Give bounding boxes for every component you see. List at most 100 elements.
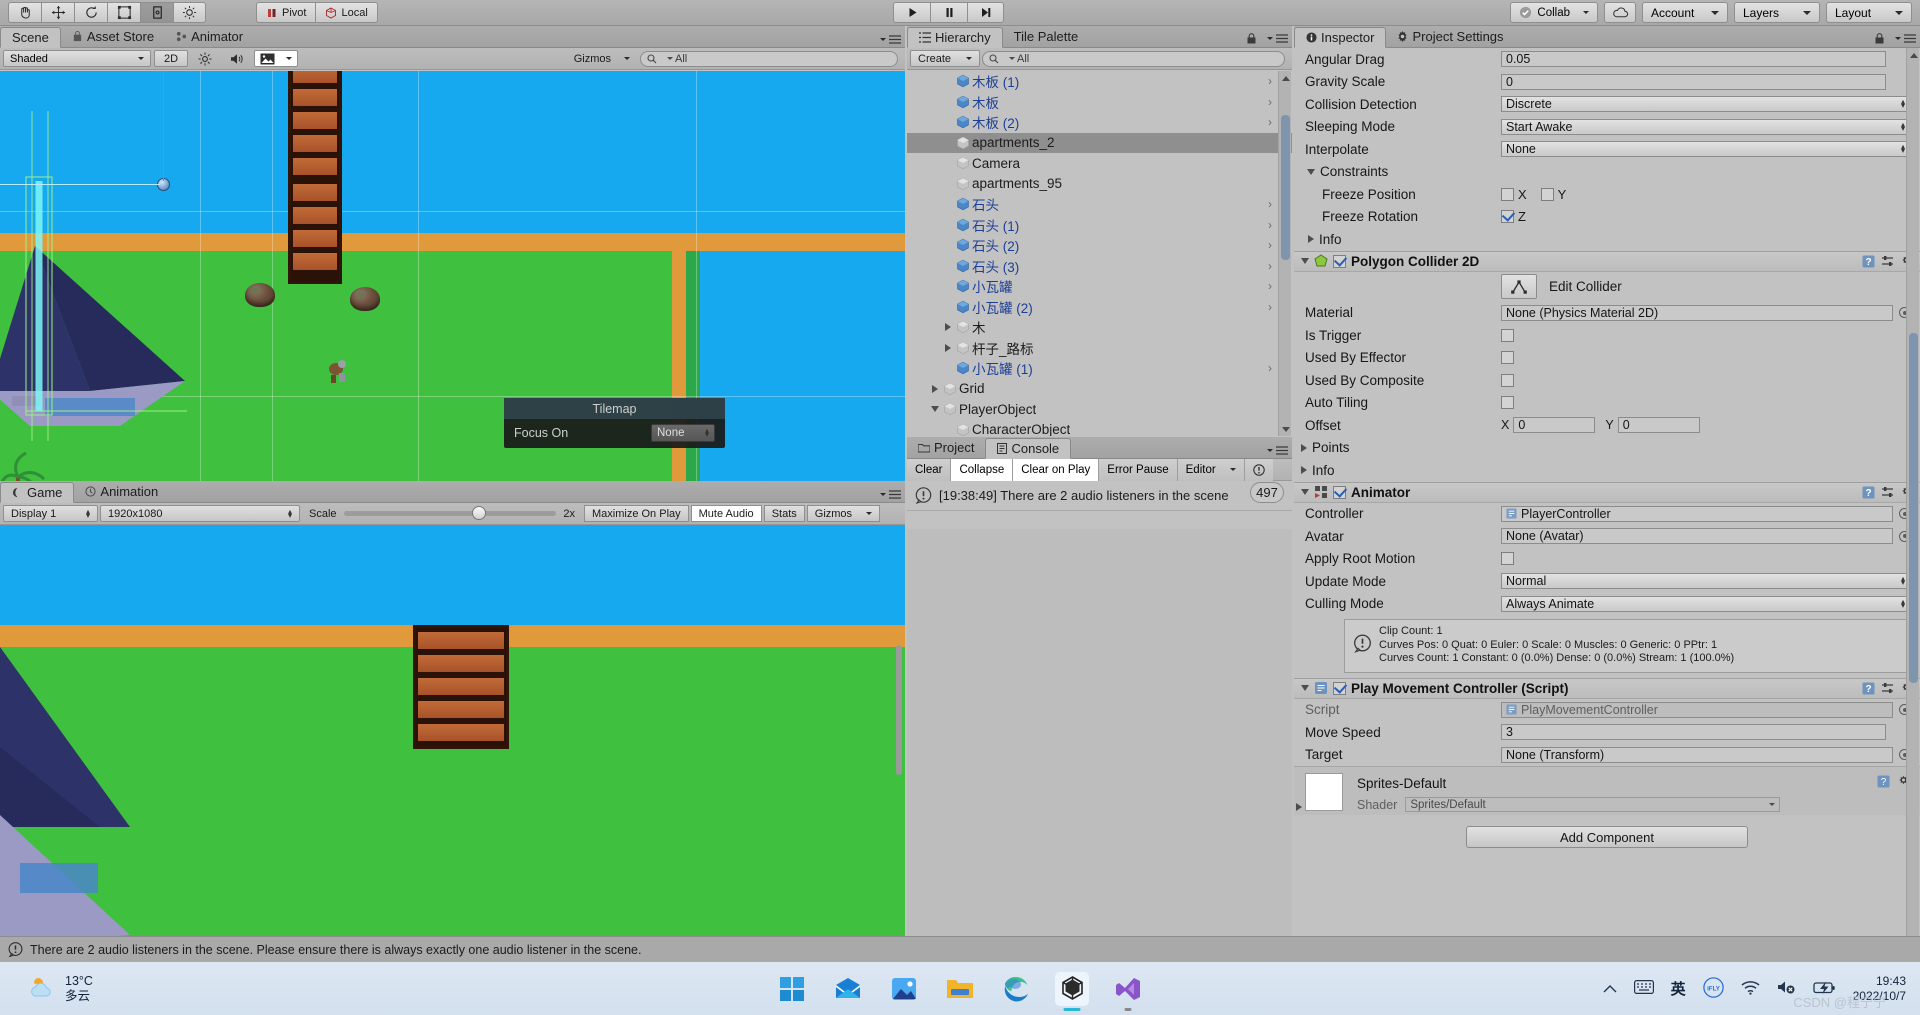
hierarchy-item[interactable]: 石头 (3)› xyxy=(907,256,1292,277)
tab-animation[interactable]: Animation xyxy=(74,481,169,502)
scene-panel-options[interactable] xyxy=(872,35,901,44)
inspector-scroll-thumb[interactable] xyxy=(1909,333,1918,683)
account-dropdown[interactable]: Account xyxy=(1642,2,1728,23)
status-bar[interactable]: There are 2 audio listeners in the scene… xyxy=(0,936,1920,962)
freeze-position-y-checkbox[interactable] xyxy=(1541,188,1554,201)
warning-filter-button[interactable] xyxy=(1245,459,1273,481)
volume-muted-icon[interactable] xyxy=(1777,979,1796,998)
inspector-checkbox[interactable] xyxy=(1501,396,1514,409)
hierarchy-item[interactable]: 木板 (2)› xyxy=(907,112,1292,133)
touch-keyboard-button[interactable] xyxy=(1634,980,1654,997)
pause-button[interactable] xyxy=(930,2,967,23)
hierarchy-scroll-thumb[interactable] xyxy=(1281,115,1290,260)
tab-hierarchy[interactable]: Hierarchy xyxy=(907,27,1003,48)
inspector-text-input[interactable]: 0 xyxy=(1501,74,1886,90)
scene-lighting-button[interactable] xyxy=(191,50,219,67)
scale-slider-thumb[interactable] xyxy=(472,506,486,520)
move-tool-button[interactable] xyxy=(41,2,74,23)
inspector-dropdown[interactable]: Start Awake▴▾ xyxy=(1501,119,1910,135)
tab-project[interactable]: Project xyxy=(907,437,985,458)
hierarchy-item[interactable]: apartments_2 xyxy=(907,133,1292,154)
shader-dropdown[interactable]: Sprites/Default xyxy=(1405,797,1780,812)
tray-expand-button[interactable] xyxy=(1603,981,1617,997)
file-explorer[interactable] xyxy=(943,972,977,1006)
scroll-down-arrow[interactable] xyxy=(1281,424,1290,434)
inspector-dropdown[interactable]: Normal▴▾ xyxy=(1501,573,1910,589)
inspector-object-field[interactable]: PlayerController xyxy=(1501,506,1893,522)
constraints-foldout[interactable]: Constraints xyxy=(1294,161,1920,184)
inspector-dropdown[interactable]: Always Animate▴▾ xyxy=(1501,596,1910,612)
inspector-dropdown[interactable]: None▴▾ xyxy=(1501,141,1910,157)
clock-widget[interactable]: 19:43 2022/10/7 xyxy=(1853,974,1906,1004)
edge-browser[interactable] xyxy=(999,972,1033,1006)
resolution-dropdown[interactable]: 1920x1080 ▴▾ xyxy=(100,505,300,522)
animator-header[interactable]: Animator ? xyxy=(1294,482,1920,503)
editor-dropdown[interactable]: Editor xyxy=(1178,459,1245,481)
edit-collider-button[interactable] xyxy=(1501,274,1537,299)
display-dropdown[interactable]: Display 1 ▴▾ xyxy=(3,505,98,522)
scene-audio-button[interactable] xyxy=(222,50,251,67)
stats-button[interactable]: Stats xyxy=(764,505,805,522)
tab-game[interactable]: Game xyxy=(0,482,74,503)
game-vscrollbar[interactable] xyxy=(896,645,902,775)
game-gizmos-dropdown[interactable]: Gizmos xyxy=(807,505,880,522)
hierarchy-item[interactable]: 石头› xyxy=(907,194,1292,215)
prefab-open-chevron-icon[interactable]: › xyxy=(1268,279,1272,293)
unity-editor[interactable] xyxy=(1055,972,1089,1006)
console-message-row[interactable]: [19:38:49] There are 2 audio listeners i… xyxy=(907,481,1292,511)
hierarchy-scrollbar[interactable] xyxy=(1278,71,1291,436)
prefab-open-chevron-icon[interactable]: › xyxy=(1268,218,1272,232)
hierarchy-item[interactable]: Camera xyxy=(907,153,1292,174)
hierarchy-item[interactable]: 木 xyxy=(907,317,1292,338)
clear-on-play-button[interactable]: Clear on Play xyxy=(1013,459,1099,481)
prefab-open-chevron-icon[interactable]: › xyxy=(1268,74,1272,88)
freeze-rotation-z-checkbox[interactable] xyxy=(1501,210,1514,223)
inspector-dropdown[interactable]: Discrete▴▾ xyxy=(1501,96,1910,112)
hierarchy-item[interactable]: 石头 (1)› xyxy=(907,215,1292,236)
chevron-right-icon[interactable] xyxy=(1296,803,1302,811)
rect-tool-button[interactable] xyxy=(140,2,173,23)
console-panel-options[interactable] xyxy=(1259,446,1288,455)
scale-tool-button[interactable] xyxy=(107,2,140,23)
rigidbody-info-foldout[interactable]: Info xyxy=(1294,228,1920,251)
shading-mode-dropdown[interactable]: Shaded xyxy=(3,50,151,67)
inspector-object-field[interactable]: PlayMovementController xyxy=(1501,702,1893,718)
weather-widget[interactable]: 13°C 多云 xyxy=(26,974,93,1004)
ifly-input-icon[interactable]: iFLY xyxy=(1703,977,1724,1001)
battery-icon[interactable] xyxy=(1813,980,1836,998)
tab-console[interactable]: Console xyxy=(985,438,1071,459)
step-button[interactable] xyxy=(967,2,1004,23)
chevron-right-icon[interactable] xyxy=(941,323,954,331)
hierarchy-item[interactable]: PlayerObject xyxy=(907,399,1292,420)
inspector-checkbox[interactable] xyxy=(1501,329,1514,342)
hierarchy-item[interactable]: 小瓦罐 (1)› xyxy=(907,358,1292,379)
focus-on-dropdown[interactable]: None ▴▾ xyxy=(651,424,715,442)
inspector-text-input[interactable]: 0.05 xyxy=(1501,51,1886,67)
mail-app[interactable] xyxy=(831,972,865,1006)
hierarchy-item[interactable]: Grid xyxy=(907,379,1292,400)
tab-inspector[interactable]: Inspector xyxy=(1294,27,1386,48)
hierarchy-item[interactable]: apartments_95 xyxy=(907,174,1292,195)
scroll-up-arrow[interactable] xyxy=(1281,73,1290,83)
hand-tool-button[interactable] xyxy=(8,2,41,23)
hierarchy-tree[interactable]: 木板 (1)›木板›木板 (2)›apartments_2Cameraapart… xyxy=(907,71,1292,436)
clear-button[interactable]: Clear xyxy=(907,459,951,481)
toggle-2d-button[interactable]: 2D xyxy=(154,50,188,67)
hierarchy-panel-options[interactable] xyxy=(1247,33,1288,44)
layers-dropdown[interactable]: Layers xyxy=(1734,2,1820,23)
local-button[interactable]: Local xyxy=(315,2,377,23)
collapse-button[interactable]: Collapse xyxy=(951,459,1013,481)
freeze-position-x-checkbox[interactable] xyxy=(1501,188,1514,201)
transform-tool-button[interactable] xyxy=(173,2,206,23)
prefab-open-chevron-icon[interactable]: › xyxy=(1268,259,1272,273)
inspector-checkbox[interactable] xyxy=(1501,374,1514,387)
tab-animator[interactable]: Animator xyxy=(165,26,254,47)
polygon-collider-header[interactable]: Polygon Collider 2D ? xyxy=(1294,251,1920,272)
mute-audio-button[interactable]: Mute Audio xyxy=(691,505,762,522)
prefab-open-chevron-icon[interactable]: › xyxy=(1268,238,1272,252)
layout-dropdown[interactable]: Layout xyxy=(1826,2,1912,23)
ime-indicator[interactable]: 英 xyxy=(1671,978,1686,999)
photos-app[interactable] xyxy=(887,972,921,1006)
scroll-up-arrow[interactable] xyxy=(1909,50,1918,60)
prefab-open-chevron-icon[interactable]: › xyxy=(1268,361,1272,375)
